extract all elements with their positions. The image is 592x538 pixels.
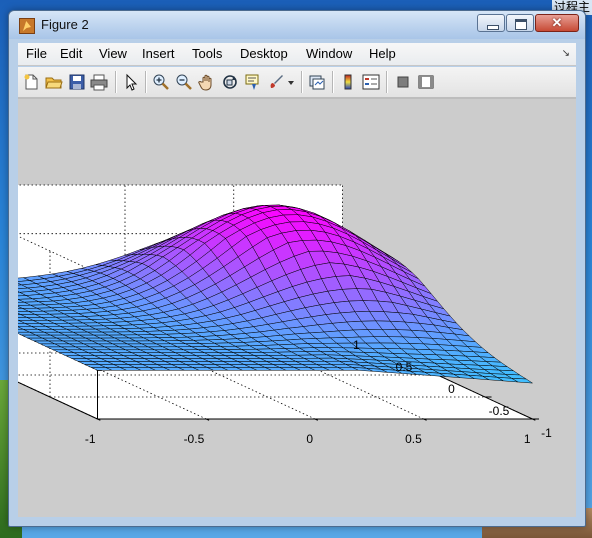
new-figure-icon[interactable]: [22, 73, 40, 91]
x-tick-label: -1: [85, 432, 96, 446]
zoom-in-icon[interactable]: [152, 73, 170, 91]
open-file-icon[interactable]: [45, 73, 63, 91]
x-tick-label: 0: [306, 432, 313, 446]
menu-file[interactable]: File: [26, 46, 47, 61]
y-tick-label: -0.5: [489, 404, 510, 418]
window-title: Figure 2: [41, 17, 89, 32]
x-tick-label: -0.5: [184, 432, 205, 446]
x-tick-label: 1: [524, 432, 531, 446]
legend-icon[interactable]: [362, 73, 380, 91]
surface-plot[interactable]: -1-0.500.51-1-0.500.51-0.500.51: [18, 99, 576, 517]
menu-edit[interactable]: Edit: [60, 46, 82, 61]
y-tick-label: 1: [353, 338, 360, 352]
x-tick-label: 0.5: [405, 432, 422, 446]
menu-dock-arrow-icon[interactable]: ↘: [562, 48, 570, 59]
brush-icon[interactable]: [267, 73, 285, 91]
menu-tools[interactable]: Tools: [192, 46, 222, 61]
menu-view[interactable]: View: [99, 46, 127, 61]
y-tick-label: -1: [541, 426, 552, 440]
figure-window: Figure 2 ✕ File Edit View Insert Tools D…: [8, 10, 586, 527]
y-tick-label: 0.5: [396, 360, 413, 374]
save-icon[interactable]: [68, 73, 86, 91]
toolbar-separator: [145, 71, 147, 93]
menu-insert[interactable]: Insert: [142, 46, 175, 61]
close-button[interactable]: ✕: [535, 14, 579, 32]
pointer-icon[interactable]: [122, 73, 140, 91]
maximize-button[interactable]: [506, 14, 534, 32]
plot-area[interactable]: -1-0.500.51-1-0.500.51-0.500.51: [18, 98, 576, 517]
y-tick-label: 0: [448, 382, 455, 396]
hide-plot-tools-icon[interactable]: [394, 73, 412, 91]
matlab-icon: [19, 18, 35, 34]
title-bar[interactable]: Figure 2 ✕: [9, 11, 585, 39]
toolbar-separator: [386, 71, 388, 93]
print-icon[interactable]: [90, 73, 108, 91]
link-plot-icon[interactable]: [308, 73, 326, 91]
pan-icon[interactable]: [198, 73, 216, 91]
data-cursor-icon[interactable]: [244, 73, 262, 91]
rotate-3d-icon[interactable]: [221, 73, 239, 91]
close-icon: ✕: [551, 15, 563, 30]
toolbar-separator: [332, 71, 334, 93]
figure-toolbar: [18, 67, 576, 98]
menu-help[interactable]: Help: [369, 46, 396, 61]
toolbar-separator: [115, 71, 117, 93]
show-plot-tools-icon[interactable]: [417, 73, 435, 91]
toolbar-separator: [301, 71, 303, 93]
menu-window[interactable]: Window: [306, 46, 352, 61]
menu-desktop[interactable]: Desktop: [240, 46, 288, 61]
menu-bar: File Edit View Insert Tools Desktop Wind…: [18, 43, 576, 66]
minimize-button[interactable]: [477, 14, 505, 32]
zoom-out-icon[interactable]: [175, 73, 193, 91]
brush-dropdown-icon[interactable]: [286, 73, 296, 91]
colorbar-icon[interactable]: [339, 73, 357, 91]
